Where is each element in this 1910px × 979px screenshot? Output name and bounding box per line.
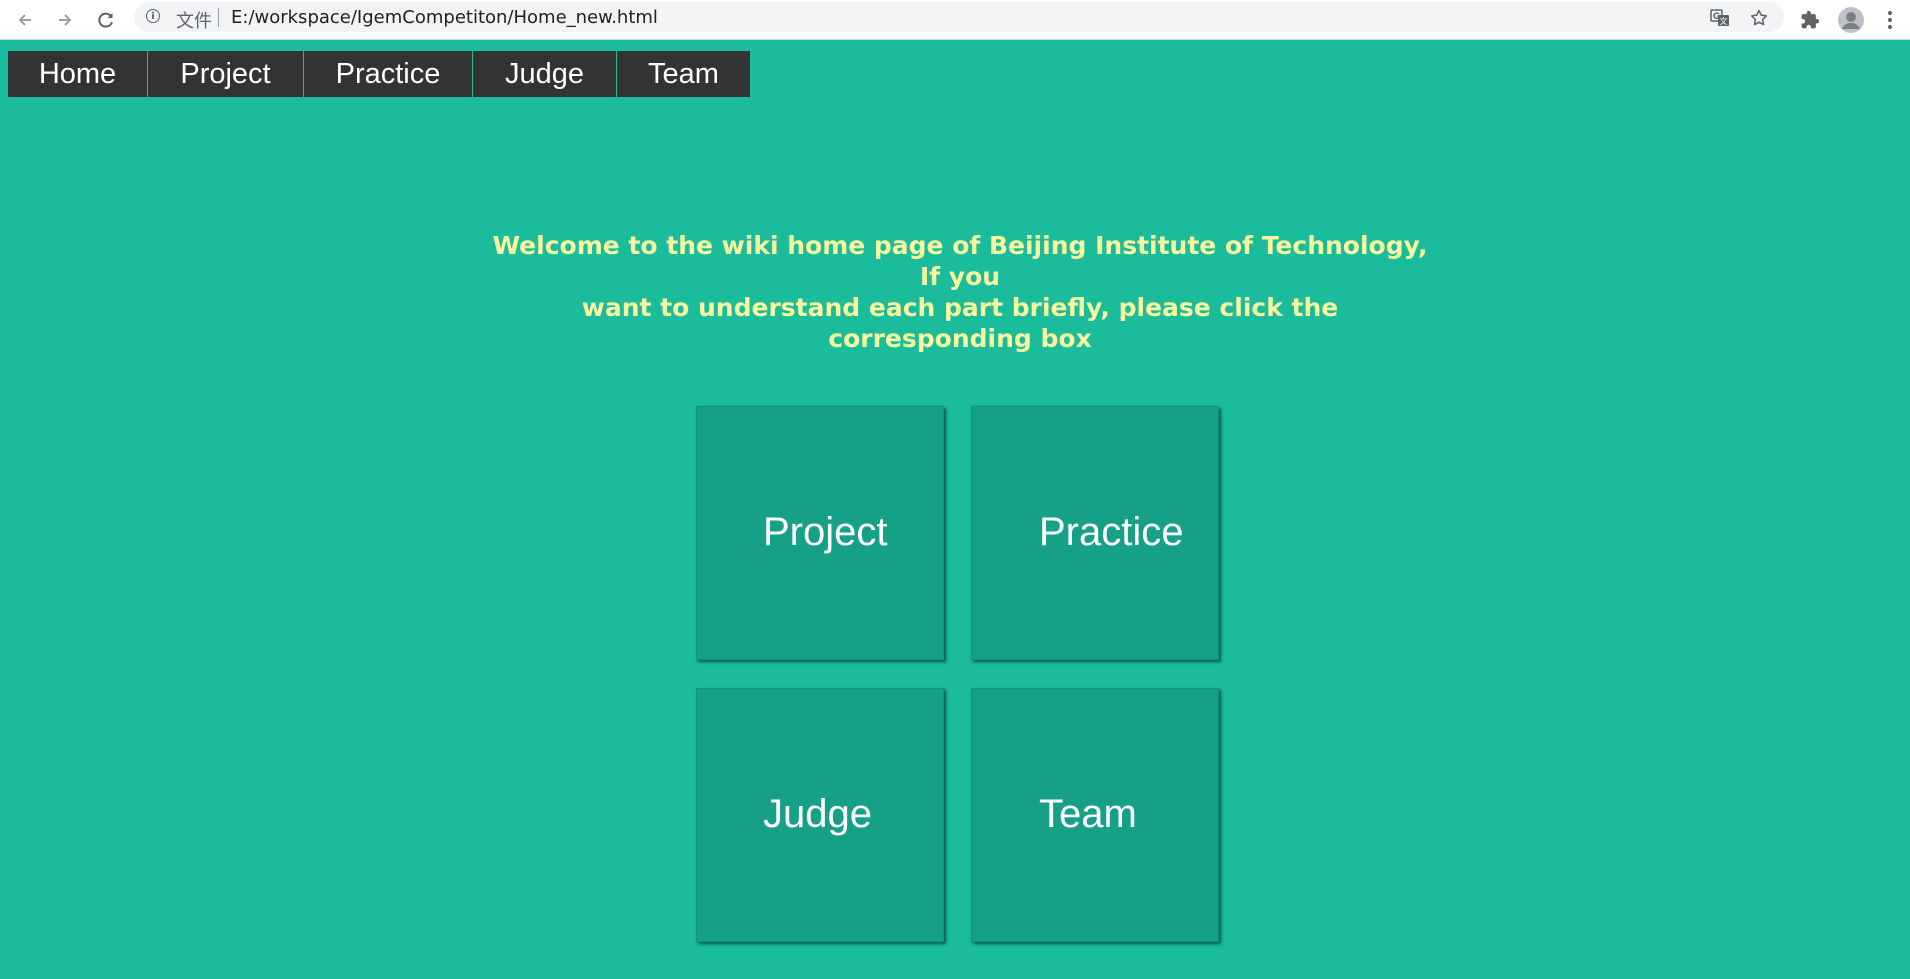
extensions-icon xyxy=(1801,10,1820,29)
tile-label: Project xyxy=(763,510,888,554)
tile-project[interactable]: Project xyxy=(696,406,944,660)
nav-item-team[interactable]: Team xyxy=(617,51,750,97)
extensions-button[interactable] xyxy=(1797,5,1823,35)
nav-item-judge[interactable]: Judge xyxy=(473,51,617,97)
back-button[interactable] xyxy=(10,5,40,35)
back-icon xyxy=(18,14,31,26)
tile-label: Team xyxy=(1039,792,1137,836)
browser-toolbar: i 文件 E:/workspace/IgemCompetiton/Home_ne… xyxy=(0,0,1910,40)
scheme-label: 文件 xyxy=(176,11,212,32)
url-text[interactable]: E:/workspace/IgemCompetiton/Home_new.htm… xyxy=(231,7,658,28)
star-icon xyxy=(1750,9,1768,26)
profile-icon xyxy=(1838,7,1864,33)
forward-icon xyxy=(59,14,72,26)
translate-button[interactable]: G 文 xyxy=(1709,7,1731,29)
profile-button[interactable] xyxy=(1836,5,1866,35)
nav-item-project[interactable]: Project xyxy=(148,51,304,97)
reload-button[interactable] xyxy=(91,5,121,35)
translate-icon: G 文 xyxy=(1710,9,1729,26)
tile-label: Practice xyxy=(1039,510,1184,554)
nav-item-practice[interactable]: Practice xyxy=(304,51,473,97)
menu-button[interactable] xyxy=(1880,5,1900,35)
address-bar[interactable]: i 文件 E:/workspace/IgemCompetiton/Home_ne… xyxy=(134,2,1784,32)
tile-judge[interactable]: Judge xyxy=(696,688,944,942)
info-icon[interactable]: i xyxy=(146,9,160,23)
welcome-message: Welcome to the wiki home page of Beijing… xyxy=(480,230,1440,354)
scheme-separator xyxy=(218,8,219,27)
forward-button[interactable] xyxy=(50,5,80,35)
welcome-line-2: want to understand each part briefly, pl… xyxy=(581,293,1339,353)
bookmark-button[interactable] xyxy=(1748,7,1770,29)
nav-item-home[interactable]: Home xyxy=(8,51,148,97)
menu-icon xyxy=(1888,11,1892,29)
tile-team[interactable]: Team xyxy=(971,688,1219,942)
svg-text:文: 文 xyxy=(1720,16,1728,26)
reload-icon xyxy=(98,12,113,28)
tile-practice[interactable]: Practice xyxy=(971,406,1219,660)
tile-label: Judge xyxy=(763,792,872,836)
welcome-line-1: Welcome to the wiki home page of Beijing… xyxy=(492,231,1428,291)
site-nav: Home Project Practice Judge Team xyxy=(8,51,750,97)
